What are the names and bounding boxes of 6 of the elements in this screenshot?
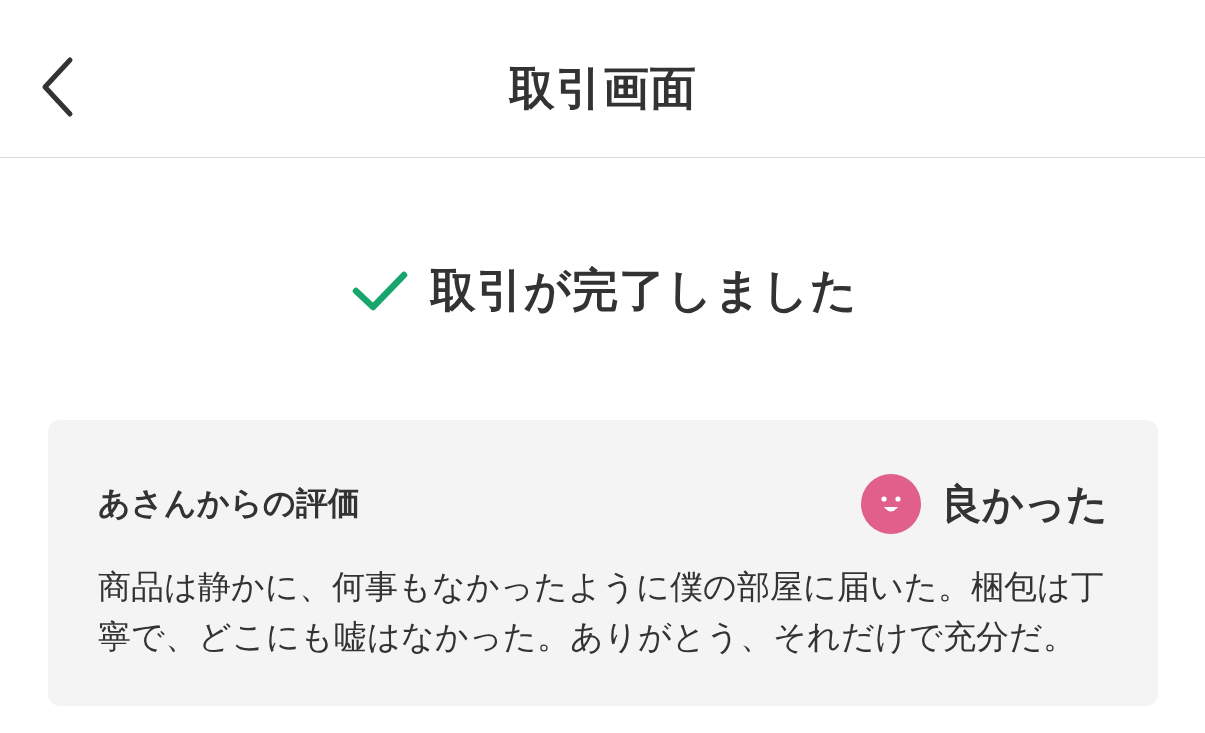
back-chevron-icon (40, 56, 74, 118)
review-comment: 商品は静かに、何事もなかったように僕の部屋に届いた。梱包は丁寧で、どこにも嘘はなかった。ありがとう、それだけで充分だ。 (98, 567, 1105, 658)
status-message: 取引が完了しました (429, 262, 858, 319)
screen-title: 取引画面 (508, 59, 697, 117)
rating-label: 良かった (941, 478, 1108, 530)
review-heading: あさんからの評価 (98, 483, 360, 524)
